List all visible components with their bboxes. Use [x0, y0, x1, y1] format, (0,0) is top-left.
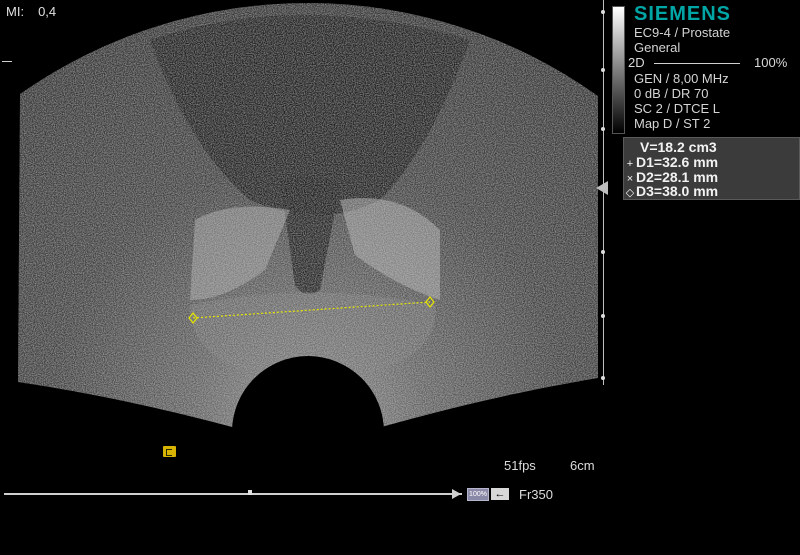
- d3-measurement: ◇ D3=38.0 mm: [624, 183, 718, 199]
- cine-play-icon[interactable]: [452, 489, 461, 499]
- d3-value: D3=38.0 mm: [636, 183, 719, 199]
- depth-scale: [599, 0, 609, 400]
- compounding-label: SC 2 / DTCE L: [634, 101, 720, 116]
- probe-orientation-icon: [163, 446, 176, 457]
- focus-marker-icon[interactable]: [596, 181, 608, 195]
- depth-readout: 6cm: [570, 458, 595, 473]
- cine-position-handle[interactable]: [248, 490, 252, 495]
- probe-label: EC9-4 / Prostate: [634, 25, 731, 40]
- d1-value: D1=32.6 mm: [636, 154, 719, 170]
- d3-caliper-icon: ◇: [625, 187, 635, 199]
- mode-row: 2D 100%: [628, 55, 798, 71]
- fps-readout: 51fps: [504, 458, 536, 473]
- frequency-label: GEN / 8,00 MHz: [634, 71, 729, 86]
- power-rule: [654, 63, 740, 64]
- back-arrow-icon[interactable]: ←: [491, 488, 509, 500]
- preset-label: General: [634, 40, 681, 55]
- info-panel: SIEMENS EC9-4 / Prostate General 2D 100%…: [628, 3, 798, 131]
- zoom-badge[interactable]: 100%: [467, 488, 489, 501]
- measurement-box: V=18.2 cm3 + D1=32.6 mm × D2=28.1 mm ◇ D3=3…: [623, 137, 800, 200]
- d1-measurement: + D1=32.6 mm: [624, 154, 718, 170]
- mode-label: 2D: [628, 55, 645, 70]
- ultrasound-screen: MI: 0,4 SIEMENS EC9-4 / Prostate General…: [0, 0, 800, 555]
- gain-label: 0 dB / DR 70: [634, 86, 709, 101]
- cine-scrollbar[interactable]: [4, 493, 462, 495]
- map-label: Map D / ST 2: [634, 116, 711, 131]
- sector-fan: [18, 3, 598, 440]
- frame-readout: Fr350: [519, 487, 553, 502]
- volume-measurement: V=18.2 cm3: [640, 139, 717, 155]
- grayscale-bar: [612, 6, 625, 134]
- brand-logo: SIEMENS: [634, 3, 732, 25]
- power-value: 100%: [754, 55, 788, 70]
